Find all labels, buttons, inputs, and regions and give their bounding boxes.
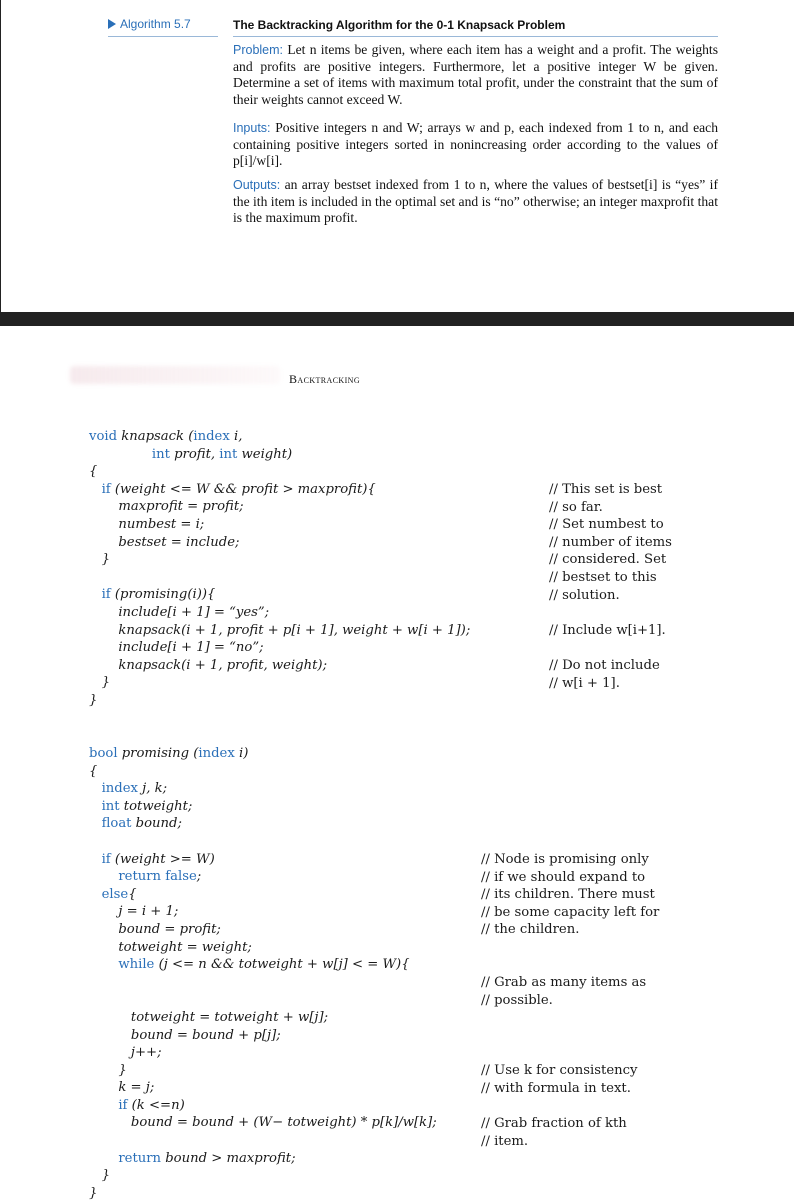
code-line: int totweight; xyxy=(101,798,193,814)
code-line: while (j <= n && totweight + w[j] < = W)… xyxy=(118,957,410,973)
section-heading: Backtracking xyxy=(289,372,361,386)
code-comment-line: // Do not include xyxy=(549,658,660,674)
algorithm-title: The Backtracking Algorithm for the 0-1 K… xyxy=(233,18,566,32)
outputs-block: Outputs: an array bestset indexed from 1… xyxy=(233,177,718,227)
code-line: j = i + 1; xyxy=(89,904,179,920)
knapsack-comment-block-2: // Include w[i+1]. // Do not include// w[… xyxy=(549,622,666,692)
code-comment-line: // be some capacity left for xyxy=(481,904,660,920)
code-line: else{ xyxy=(101,886,137,902)
code-line: totweight = weight; xyxy=(89,939,252,955)
code-comment-line: // Set numbest to xyxy=(549,517,664,533)
code-line: } xyxy=(89,1062,127,1078)
code-line: j++; xyxy=(89,1045,162,1061)
triangle-marker-icon xyxy=(108,19,116,29)
code-comment-line: // number of items xyxy=(549,534,672,550)
code-comment-line: // with formula in text. xyxy=(481,1080,631,1096)
inputs-label: Inputs: xyxy=(233,121,271,135)
code-comment-line: // considered. Set xyxy=(549,552,667,568)
code-line: totweight = totweight + w[j]; xyxy=(89,1009,329,1025)
code-comment-line: // the children. xyxy=(481,922,580,938)
code-line: void knapsack (index i, xyxy=(89,429,243,444)
code-line: { xyxy=(89,763,98,779)
promising-comment-block-3: // Use k for consistency // with formula … xyxy=(481,1062,637,1097)
code-line: if (weight >= W) xyxy=(101,851,215,867)
code-line: maxprofit = profit; xyxy=(89,499,244,515)
code-line: } xyxy=(89,692,98,708)
code-line: } xyxy=(89,552,110,568)
code-line: } xyxy=(89,1185,98,1201)
code-line: bound = bound + p[j]; xyxy=(89,1027,281,1043)
code-line: if (weight <= W && profit > maxprofit){ xyxy=(101,481,376,497)
problem-text: Let n items be given, where each item ha… xyxy=(233,42,719,107)
problem-block: Problem: Let n items be given, where eac… xyxy=(233,42,718,108)
code-comment-line: // if we should expand to xyxy=(481,869,646,885)
code-line: float bound; xyxy=(101,816,182,832)
code-line: { xyxy=(89,464,98,480)
promising-function-code: bool promising (index i) { index j, k; in… xyxy=(89,745,437,1202)
algorithm-tag: Algorithm 5.7 xyxy=(108,17,191,31)
outputs-label: Outputs: xyxy=(233,178,281,192)
algorithm-tag-label: Algorithm 5.7 xyxy=(120,17,191,31)
code-line: bool promising (index i) xyxy=(89,746,249,761)
code-line: include[i + 1] = “yes”; xyxy=(89,604,270,620)
code-comment-line: // w[i + 1]. xyxy=(549,675,620,691)
code-line: numbest = i; xyxy=(89,516,205,532)
code-line: bound = bound + (W− totweight) * p[k]/w[… xyxy=(89,1115,437,1131)
code-line: } xyxy=(89,1168,110,1184)
code-comment-line: // Include w[i+1]. xyxy=(549,623,666,638)
blurred-region xyxy=(70,366,280,384)
code-comment-line: // solution. xyxy=(549,587,620,603)
code-line: k = j; xyxy=(89,1080,155,1096)
code-comment-line: // Grab fraction of kth xyxy=(481,1116,627,1131)
knapsack-comment-block-1: // This set is best // so far. // Set numb… xyxy=(549,481,672,604)
code-comment-line: // This set is best xyxy=(549,482,663,497)
promising-comment-block-2: // Grab as many items as // possible. xyxy=(481,974,646,1009)
page-divider xyxy=(0,312,794,326)
code-line: index j, k; xyxy=(101,781,168,797)
code-comment-line: // Node is promising only xyxy=(481,852,649,867)
code-line: knapsack(i + 1, profit + p[i + 1], weigh… xyxy=(89,622,471,638)
knapsack-function-code: void knapsack (index i, int profit, int … xyxy=(89,428,470,710)
tag-rule xyxy=(108,36,218,37)
outputs-text: an array bestset indexed from 1 to n, wh… xyxy=(233,177,718,225)
code-line: if (k <=n) xyxy=(118,1097,185,1113)
code-line: include[i + 1] = “no”; xyxy=(89,640,264,656)
title-rule xyxy=(233,36,718,37)
inputs-text: Positive integers n and W; arrays w and … xyxy=(233,120,718,168)
code-comment-line: // its children. There must xyxy=(481,887,655,903)
code-comment-line xyxy=(549,640,666,658)
code-line: knapsack(i + 1, profit, weight); xyxy=(89,657,328,673)
problem-label: Problem: xyxy=(233,43,284,57)
code-comment-line: // item. xyxy=(481,1133,529,1149)
code-line: if (promising(i)){ xyxy=(101,587,216,603)
code-comment-line: // possible. xyxy=(481,992,553,1008)
code-line: return false; xyxy=(118,869,202,885)
code-comment-line: // Use k for consistency xyxy=(481,1063,638,1078)
code-comment-line: // bestset to this xyxy=(549,569,657,585)
code-comment-line: // Grab as many items as xyxy=(481,975,647,990)
promising-comment-block-4: // Grab fraction of kth // item. xyxy=(481,1115,627,1150)
code-line: bestset = include; xyxy=(89,534,240,550)
promising-comment-block-1: // Node is promising only // if we should… xyxy=(481,851,659,939)
code-line: } xyxy=(89,675,110,691)
code-line: bound = profit; xyxy=(89,921,221,937)
code-line: int profit, int weight) xyxy=(151,446,293,462)
inputs-block: Inputs: Positive integers n and W; array… xyxy=(233,120,718,170)
code-comment-line: // so far. xyxy=(549,499,603,515)
code-line: return bound > maxprofit; xyxy=(118,1150,296,1166)
